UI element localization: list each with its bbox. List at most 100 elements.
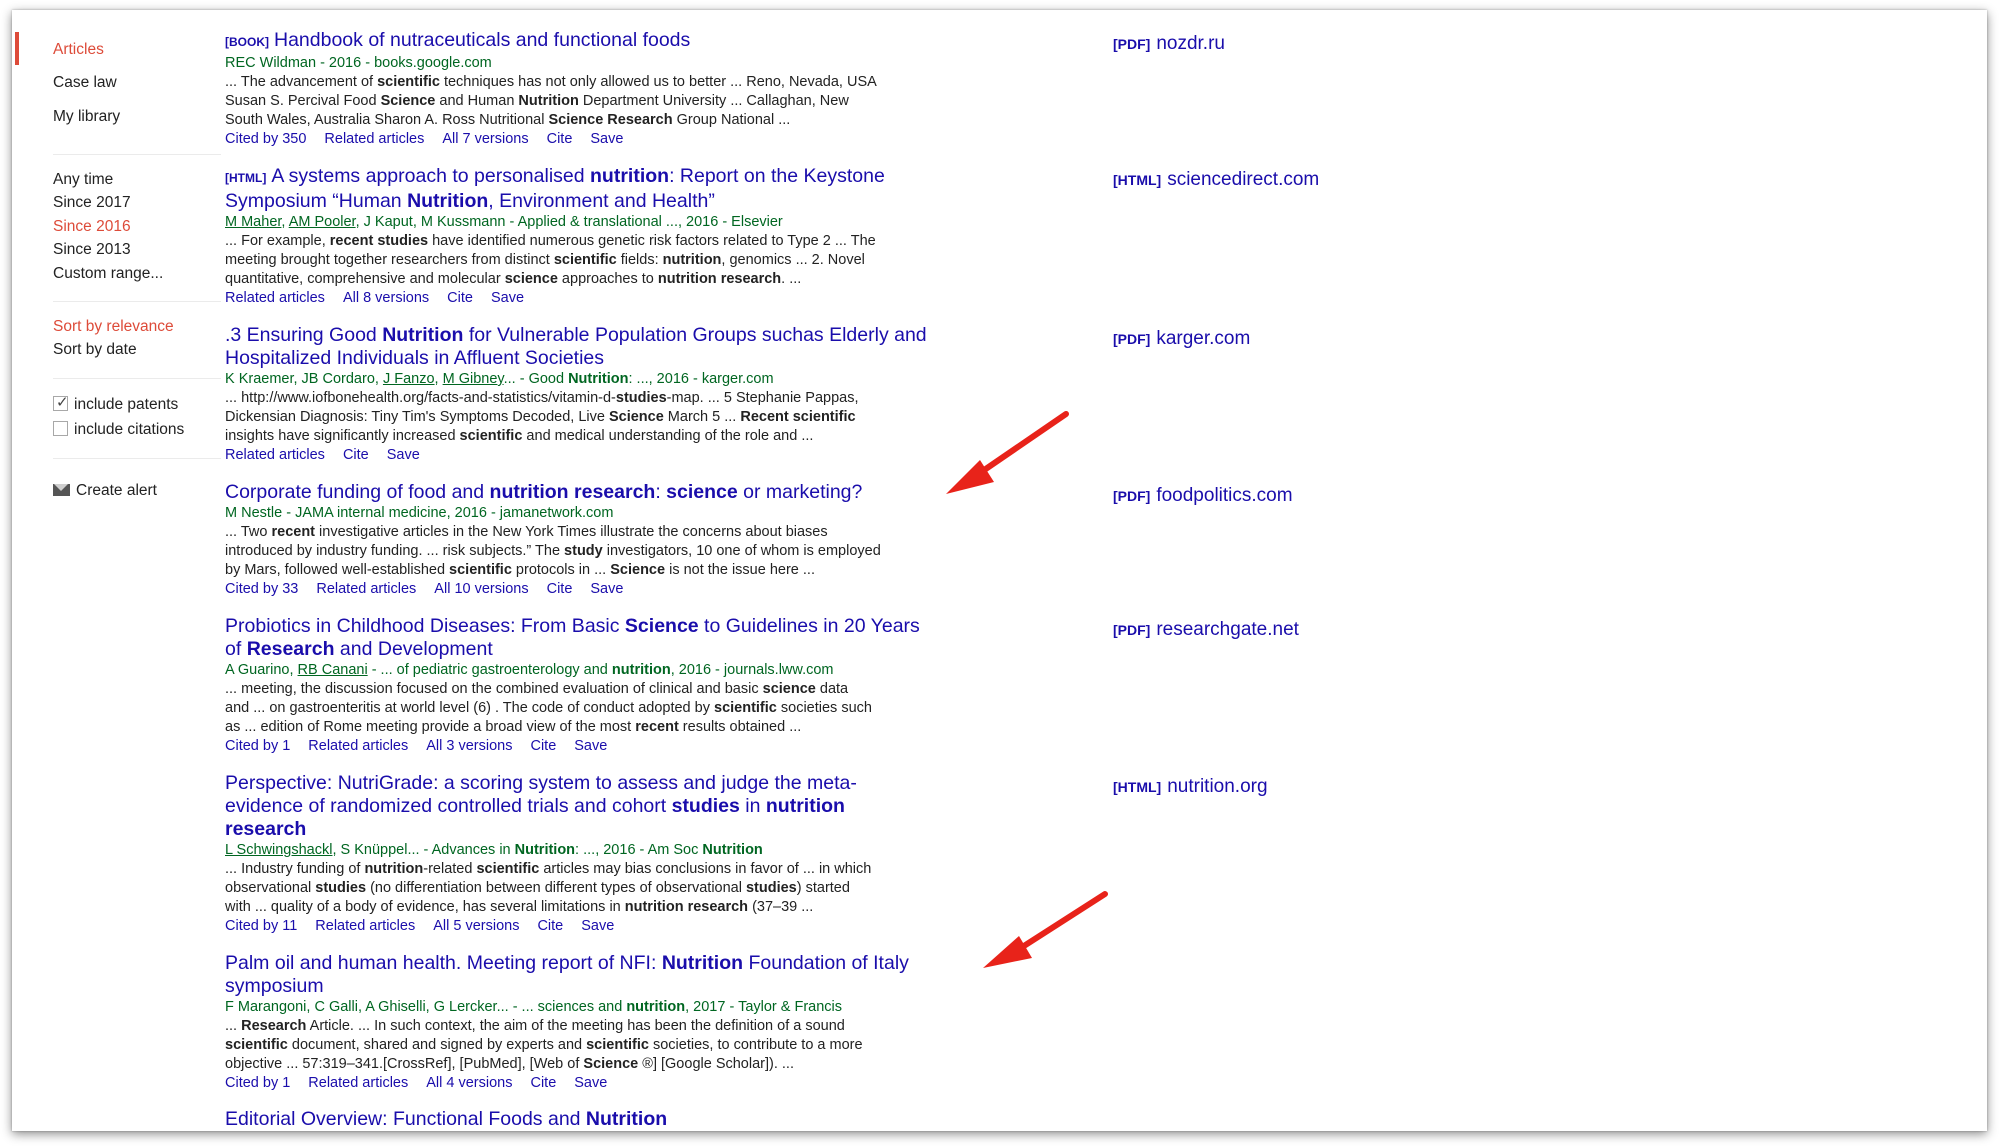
search-result: [BOOK] Handbook of nutraceuticals and fun… (225, 29, 1125, 149)
result-actions: Cited by 350 Related articles All 7 versio… (225, 130, 1125, 149)
result-snippet: ... Research Article. ... In such contex… (225, 1018, 863, 1072)
result-actions: Cited by 1 Related articles All 4 versions… (225, 1074, 1125, 1093)
sidebar-divider (53, 458, 221, 459)
fulltext-domain: karger.com (1156, 328, 1251, 349)
result-action-cite[interactable]: Cite (530, 1075, 556, 1091)
result-action-cited-by-11[interactable]: Cited by 11 (225, 918, 297, 934)
result-snippet: ... Two recent investigative articles in… (225, 524, 881, 578)
screenshot-frame: Articles Case law My library Any time Si… (12, 10, 1987, 1131)
sidebar: Articles Case law My library Any time Si… (12, 10, 224, 1131)
result-action-save[interactable]: Save (574, 1075, 607, 1091)
fulltext-type-tag: [HTML] (1113, 172, 1162, 188)
create-alert-button[interactable]: Create alert (53, 482, 157, 500)
time-filter-since-2016[interactable]: Since 2016 (53, 218, 131, 236)
result-action-cite[interactable]: Cite (537, 918, 563, 934)
result-action-related-articles[interactable]: Related articles (225, 447, 325, 463)
result-title-text: Corporate funding of food and nutrition … (225, 481, 863, 503)
result-title-text: Perspective: NutriGrade: a scoring syste… (225, 772, 857, 840)
result-action-related-articles[interactable]: Related articles (316, 581, 416, 597)
include-citations-label: include citations (74, 421, 185, 438)
result-title-text: Handbook of nutraceuticals and functiona… (274, 29, 691, 51)
result-authors-source: A Guarino, RB Canani - ... of pediatric … (225, 662, 834, 678)
sort-by-relevance[interactable]: Sort by relevance (53, 318, 174, 336)
result-action-all-10-versions[interactable]: All 10 versions (434, 581, 528, 597)
search-result: Editorial Overview: Functional Foods and… (225, 1108, 1125, 1131)
time-filter-since-2017[interactable]: Since 2017 (53, 194, 131, 212)
result-action-all-5-versions[interactable]: All 5 versions (433, 918, 519, 934)
include-citations-checkbox[interactable] (53, 421, 68, 436)
sidebar-nav-case-law[interactable]: Case law (53, 74, 117, 92)
create-alert-label: Create alert (76, 482, 157, 499)
result-title-link[interactable]: [HTML] A systems approach to personalised… (225, 165, 1125, 213)
result-snippet: ... meeting, the discussion focused on t… (225, 681, 872, 735)
include-patents-checkbox[interactable]: ✓ (53, 394, 69, 411)
result-type-tag: [HTML] (225, 171, 267, 185)
sidebar-divider (53, 301, 221, 302)
result-title-link[interactable]: .3 Ensuring Good Nutrition for Vulnerabl… (225, 324, 1125, 370)
result-action-save[interactable]: Save (491, 290, 524, 306)
result-action-cite[interactable]: Cite (547, 581, 573, 597)
sidebar-nav-my-library[interactable]: My library (53, 108, 120, 126)
result-snippet: ... For example, recent studies have ide… (225, 233, 876, 287)
result-authors-source: F Marangoni, C Galli, A Ghiselli, G Lerc… (225, 999, 843, 1015)
result-title-text: Probiotics in Childhood Diseases: From B… (225, 615, 920, 660)
time-filter-any-time[interactable]: Any time (53, 171, 113, 189)
fulltext-type-tag: [PDF] (1113, 331, 1151, 347)
result-action-all-3-versions[interactable]: All 3 versions (426, 738, 512, 754)
result-action-related-articles[interactable]: Related articles (315, 918, 415, 934)
result-title-text: Editorial Overview: Functional Foods and… (225, 1108, 668, 1130)
result-action-all-8-versions[interactable]: All 8 versions (343, 290, 429, 306)
sidebar-divider (53, 378, 221, 379)
search-result: Probiotics in Childhood Diseases: From B… (225, 615, 1125, 756)
fulltext-link[interactable]: [HTML] nutrition.org (1113, 776, 1268, 798)
result-action-save[interactable]: Save (581, 918, 614, 934)
fulltext-type-tag: [PDF] (1113, 622, 1151, 638)
result-title-link[interactable]: Editorial Overview: Functional Foods and… (225, 1108, 1125, 1131)
include-citations-option[interactable]: include citations (53, 421, 184, 439)
red-arrow-annotation (983, 891, 1108, 968)
result-action-all-4-versions[interactable]: All 4 versions (426, 1075, 512, 1091)
fulltext-link[interactable]: [HTML] sciencedirect.com (1113, 169, 1319, 191)
result-action-all-7-versions[interactable]: All 7 versions (442, 131, 528, 147)
result-action-cited-by-1[interactable]: Cited by 1 (225, 1075, 290, 1091)
result-action-related-articles[interactable]: Related articles (308, 738, 408, 754)
sidebar-divider (53, 154, 221, 155)
result-action-save[interactable]: Save (590, 581, 623, 597)
result-authors-source: M Nestle - JAMA internal medicine, 2016 … (225, 505, 614, 521)
fulltext-link[interactable]: [PDF] nozdr.ru (1113, 33, 1225, 55)
fulltext-domain: researchgate.net (1156, 619, 1299, 640)
result-authors-source: REC Wildman - 2016 - books.google.com (225, 55, 492, 71)
sort-by-date[interactable]: Sort by date (53, 341, 137, 359)
result-title-text: .3 Ensuring Good Nutrition for Vulnerabl… (225, 324, 927, 369)
result-action-save[interactable]: Save (574, 738, 607, 754)
result-authors-source: L Schwingshackl, S Knüppel... - Advances… (225, 842, 763, 858)
time-filter-custom-range[interactable]: Custom range... (53, 265, 163, 283)
result-action-cite[interactable]: Cite (343, 447, 369, 463)
time-filter-since-2013[interactable]: Since 2013 (53, 241, 131, 259)
result-action-related-articles[interactable]: Related articles (225, 290, 325, 306)
include-patents-label: include patents (74, 396, 179, 413)
result-action-cite[interactable]: Cite (447, 290, 473, 306)
result-action-related-articles[interactable]: Related articles (324, 131, 424, 147)
fulltext-link[interactable]: [PDF] karger.com (1113, 328, 1250, 350)
result-action-cited-by-33[interactable]: Cited by 33 (225, 581, 298, 597)
result-title-text: A systems approach to personalised nutri… (225, 165, 885, 212)
fulltext-link[interactable]: [PDF] foodpolitics.com (1113, 485, 1293, 507)
result-action-related-articles[interactable]: Related articles (308, 1075, 408, 1091)
result-authors-source: K Kraemer, JB Cordaro, J Fanzo, M Gibney… (225, 371, 774, 387)
result-action-cited-by-1[interactable]: Cited by 1 (225, 738, 290, 754)
result-action-save[interactable]: Save (387, 447, 420, 463)
result-title-link[interactable]: [BOOK] Handbook of nutraceuticals and fun… (225, 29, 1125, 54)
result-action-cite[interactable]: Cite (530, 738, 556, 754)
selected-nav-marker (15, 32, 19, 65)
sidebar-nav-articles[interactable]: Articles (53, 41, 104, 59)
result-action-cite[interactable]: Cite (547, 131, 573, 147)
result-action-save[interactable]: Save (590, 131, 623, 147)
result-title-link[interactable]: Probiotics in Childhood Diseases: From B… (225, 615, 1125, 661)
fulltext-link[interactable]: [PDF] researchgate.net (1113, 619, 1299, 641)
result-title-link[interactable]: Perspective: NutriGrade: a scoring syste… (225, 772, 1125, 841)
result-action-cited-by-350[interactable]: Cited by 350 (225, 131, 306, 147)
result-authors-source: M Maher, AM Pooler, J Kaput, M Kussmann … (225, 214, 783, 230)
fulltext-domain: nozdr.ru (1156, 33, 1225, 54)
include-patents-option[interactable]: ✓ include patents (53, 394, 179, 414)
